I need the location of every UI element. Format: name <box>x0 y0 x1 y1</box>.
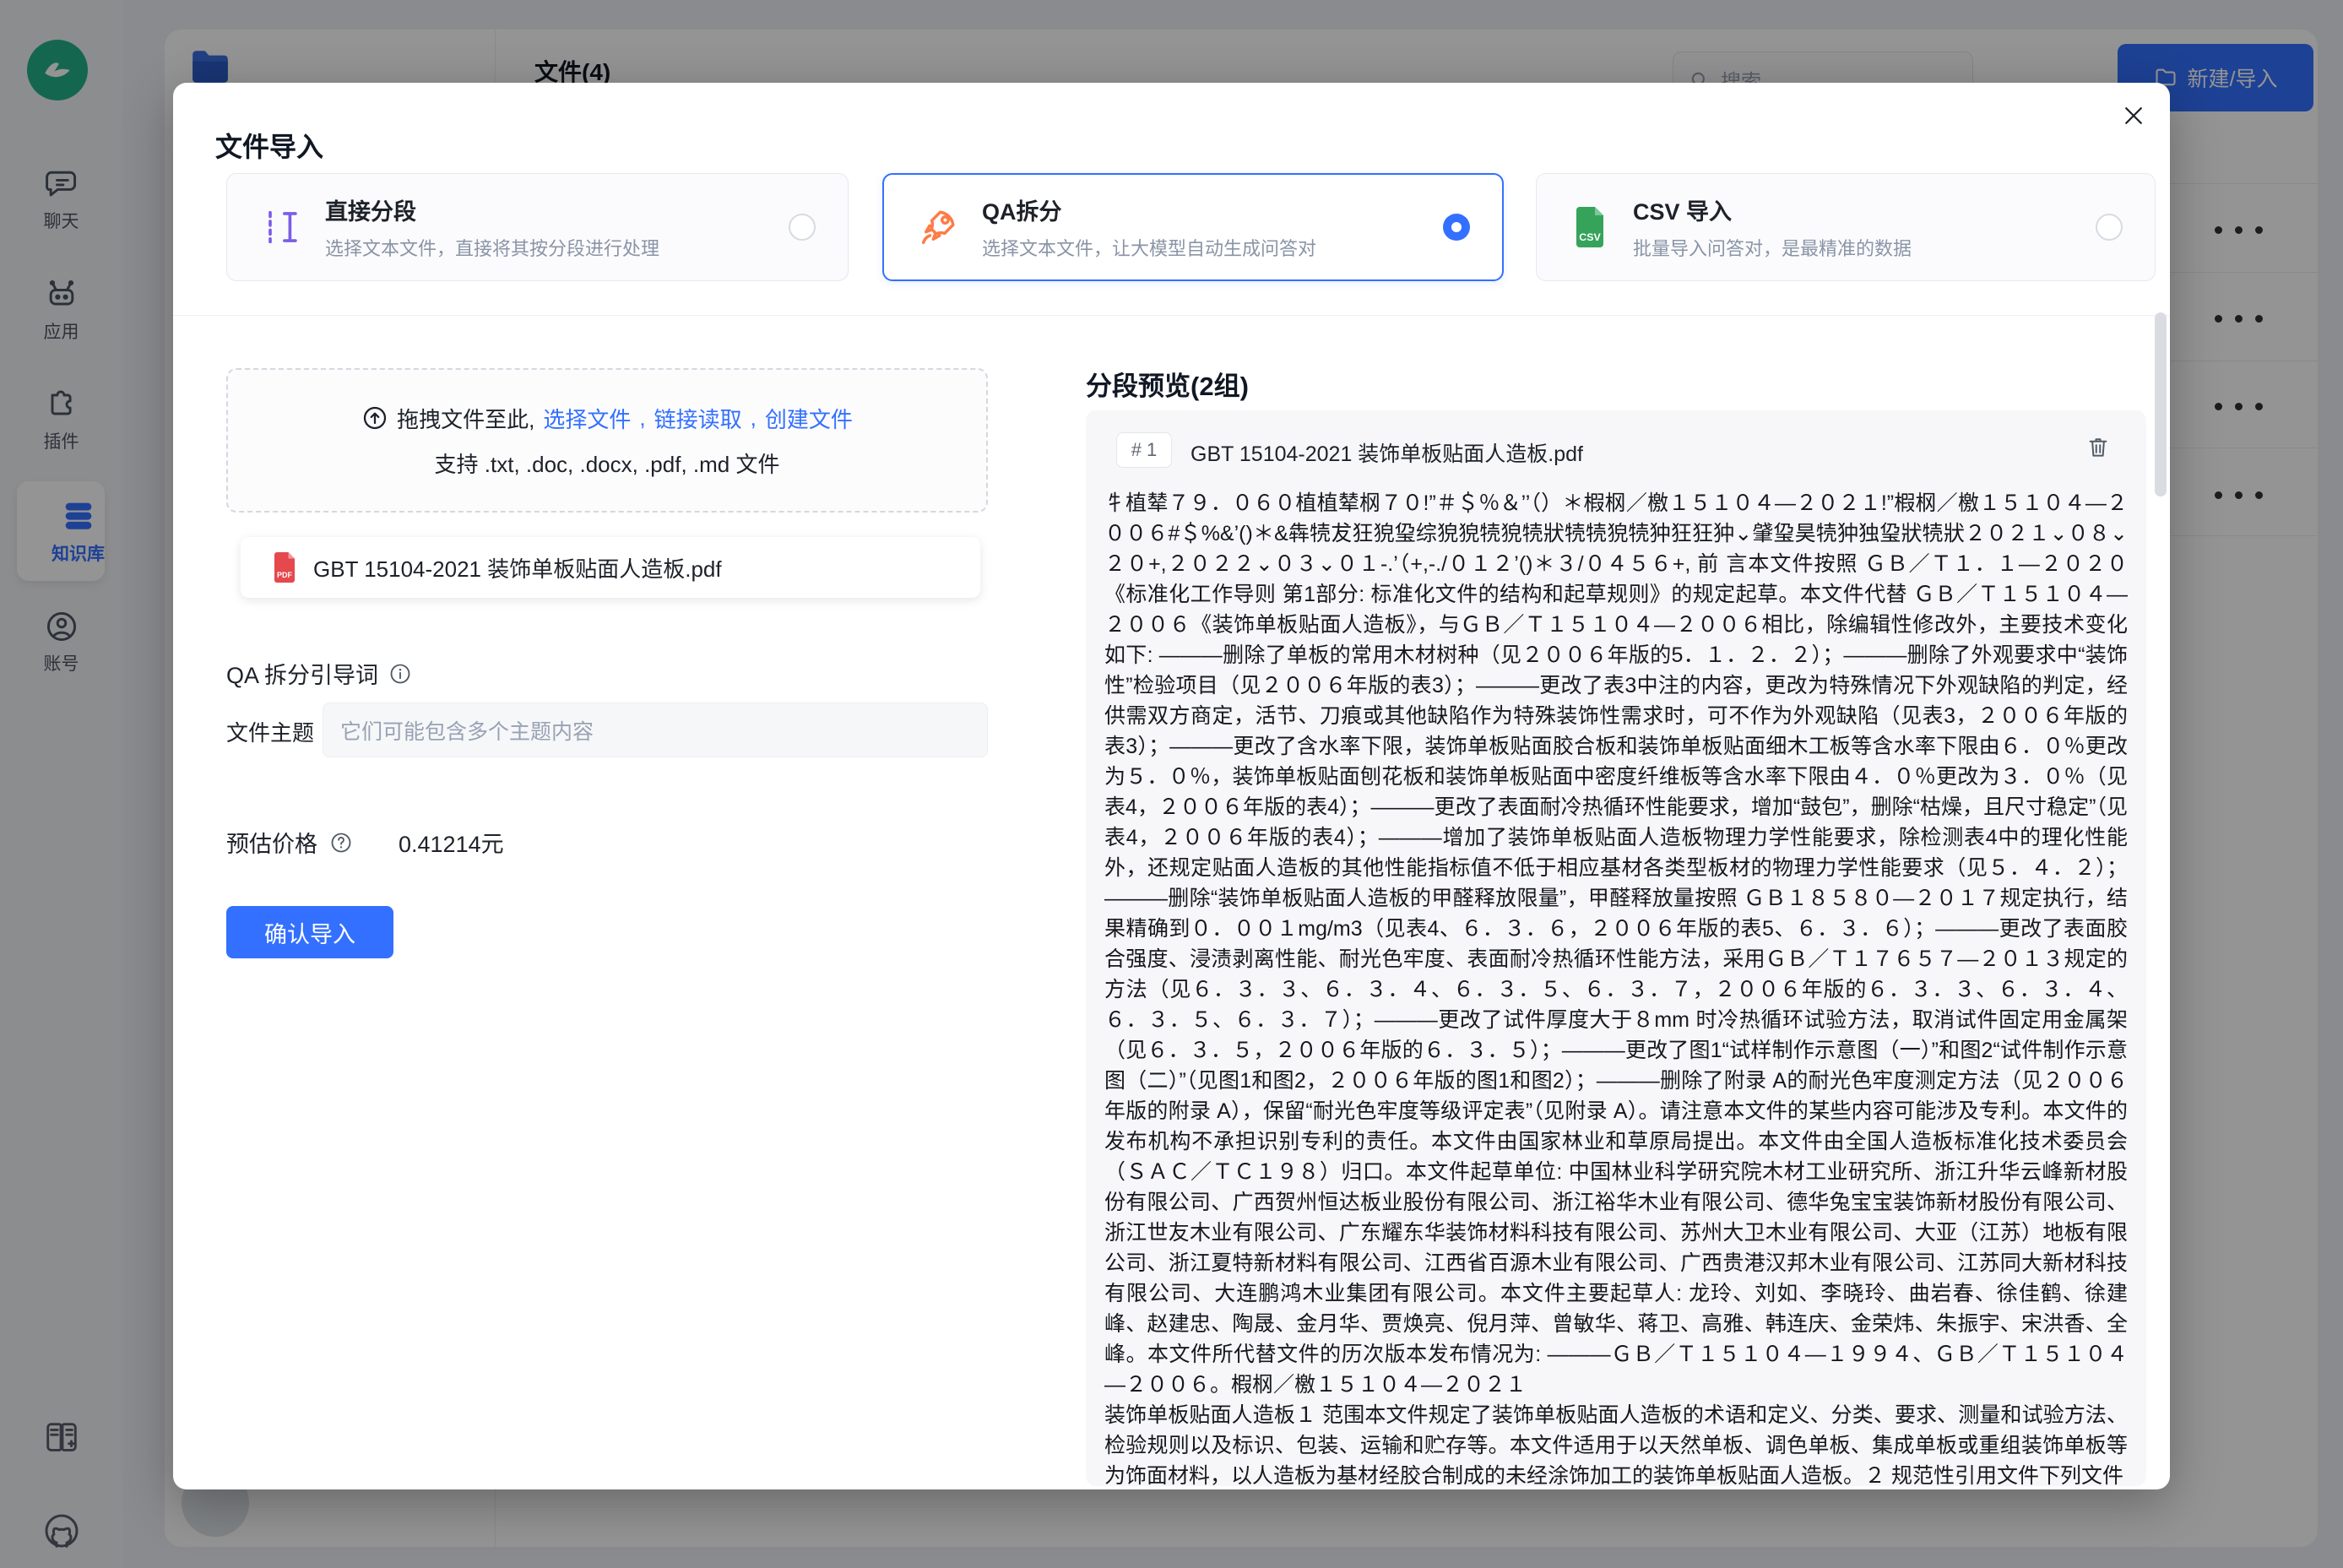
modal-scrollbar-thumb[interactable] <box>2155 312 2167 496</box>
radio-direct-segment[interactable] <box>789 214 816 241</box>
mode-title: 直接分段 <box>325 193 659 226</box>
file-import-modal: 文件导入 直接分段 选择文本文件，直接将其按分段进行处理 <box>173 83 2170 1489</box>
uploaded-file-item: PDF GBT 15104-2021 装饰单板贴面人造板.pdf <box>241 537 980 598</box>
create-file-link[interactable]: 创建文件 <box>765 403 853 434</box>
topic-label: 文件主题 <box>226 716 314 747</box>
price-label: 预估价格 <box>226 826 317 859</box>
link-separator: , <box>639 405 645 431</box>
confirm-import-button[interactable]: 确认导入 <box>226 906 393 958</box>
mode-card-qa-split[interactable]: QA拆分 选择文本文件，让大模型自动生成问答对 <box>882 173 1504 281</box>
price-value: 0.41214元 <box>399 826 504 859</box>
chunk-paragraph: 装饰单板贴面人造板１ 范围本文件规定了装饰单板贴面人造板的术语和定义、分类、要求… <box>1104 1400 2128 1486</box>
chunk-index-badge: # 1 <box>1116 432 1172 468</box>
upload-icon <box>361 404 388 431</box>
mode-desc: 选择文本文件，直接将其按分段进行处理 <box>325 234 659 261</box>
topic-input[interactable]: 它们可能包含多个主题内容 <box>323 703 988 757</box>
chunk-paragraph: 牜植辇７９．０６０植植辇㭎７０!”＃＄％＆’’（）＊椵㭎／檄１５１０４—２０２１… <box>1104 488 2128 1400</box>
supported-formats: 支持 .txt, .doc, .docx, .pdf, .md 文件 <box>435 448 780 479</box>
rocket-icon <box>916 205 960 249</box>
dropzone-text: 拖拽文件至此, <box>397 403 534 434</box>
trash-icon <box>2085 434 2111 459</box>
qa-prompt-label: QA 拆分引导词 <box>226 657 412 690</box>
chunk-text: 牜植辇７９．０６０植植辇㭎７０!”＃＄％＆’’（）＊椵㭎／檄１５１０４—２０２１… <box>1104 488 2128 1486</box>
close-icon[interactable] <box>2116 98 2151 133</box>
chunk-file-name: GBT 15104-2021 装饰单板贴面人造板.pdf <box>1190 437 1583 468</box>
mode-card-direct-segment[interactable]: 直接分段 选择文本文件，直接将其按分段进行处理 <box>226 173 849 281</box>
link-read-link[interactable]: 链接读取 <box>654 403 742 434</box>
qa-prompt-label-text: QA 拆分引导词 <box>226 657 378 690</box>
select-file-link[interactable]: 选择文件 <box>543 403 631 434</box>
modal-title: 文件导入 <box>215 126 323 165</box>
uploaded-file-name: GBT 15104-2021 装饰单板贴面人造板.pdf <box>313 552 722 583</box>
csv-file-icon: CSV <box>1569 205 1611 249</box>
mode-card-csv-import[interactable]: CSV CSV 导入 批量导入问答对，是最精准的数据 <box>1536 173 2156 281</box>
svg-text:CSV: CSV <box>1579 231 1601 243</box>
mode-desc: 选择文本文件，让大模型自动生成问答对 <box>982 234 1316 261</box>
modal-divider <box>173 315 2170 316</box>
pdf-file-icon: PDF <box>269 551 300 584</box>
preview-chunk-header: # 1 GBT 15104-2021 装饰单板贴面人造板.pdf <box>1086 410 2146 488</box>
mode-title: QA拆分 <box>982 193 1316 226</box>
delete-chunk-button[interactable] <box>2085 434 2111 464</box>
help-icon[interactable] <box>329 831 353 855</box>
file-dropzone[interactable]: 拖拽文件至此, 选择文件, 链接读取, 创建文件 支持 .txt, .doc, … <box>226 368 988 513</box>
svg-text:PDF: PDF <box>277 571 293 579</box>
screen: 聊天 应用 插件 <box>0 0 2343 1568</box>
info-icon[interactable] <box>388 662 412 686</box>
mode-desc: 批量导入问答对，是最精准的数据 <box>1633 234 1912 261</box>
preview-heading: 分段预览(2组) <box>1086 365 1249 403</box>
link-separator: , <box>751 405 757 431</box>
radio-qa-split[interactable] <box>1443 214 1470 241</box>
segment-icon <box>259 205 303 249</box>
radio-csv-import[interactable] <box>2096 214 2123 241</box>
price-row: 预估价格 0.41214元 <box>226 826 504 859</box>
preview-chunk-card: # 1 GBT 15104-2021 装饰单板贴面人造板.pdf 牜植辇７９．０… <box>1086 410 2146 1486</box>
mode-title: CSV 导入 <box>1633 193 1912 226</box>
topic-placeholder: 它们可能包含多个主题内容 <box>340 715 594 746</box>
